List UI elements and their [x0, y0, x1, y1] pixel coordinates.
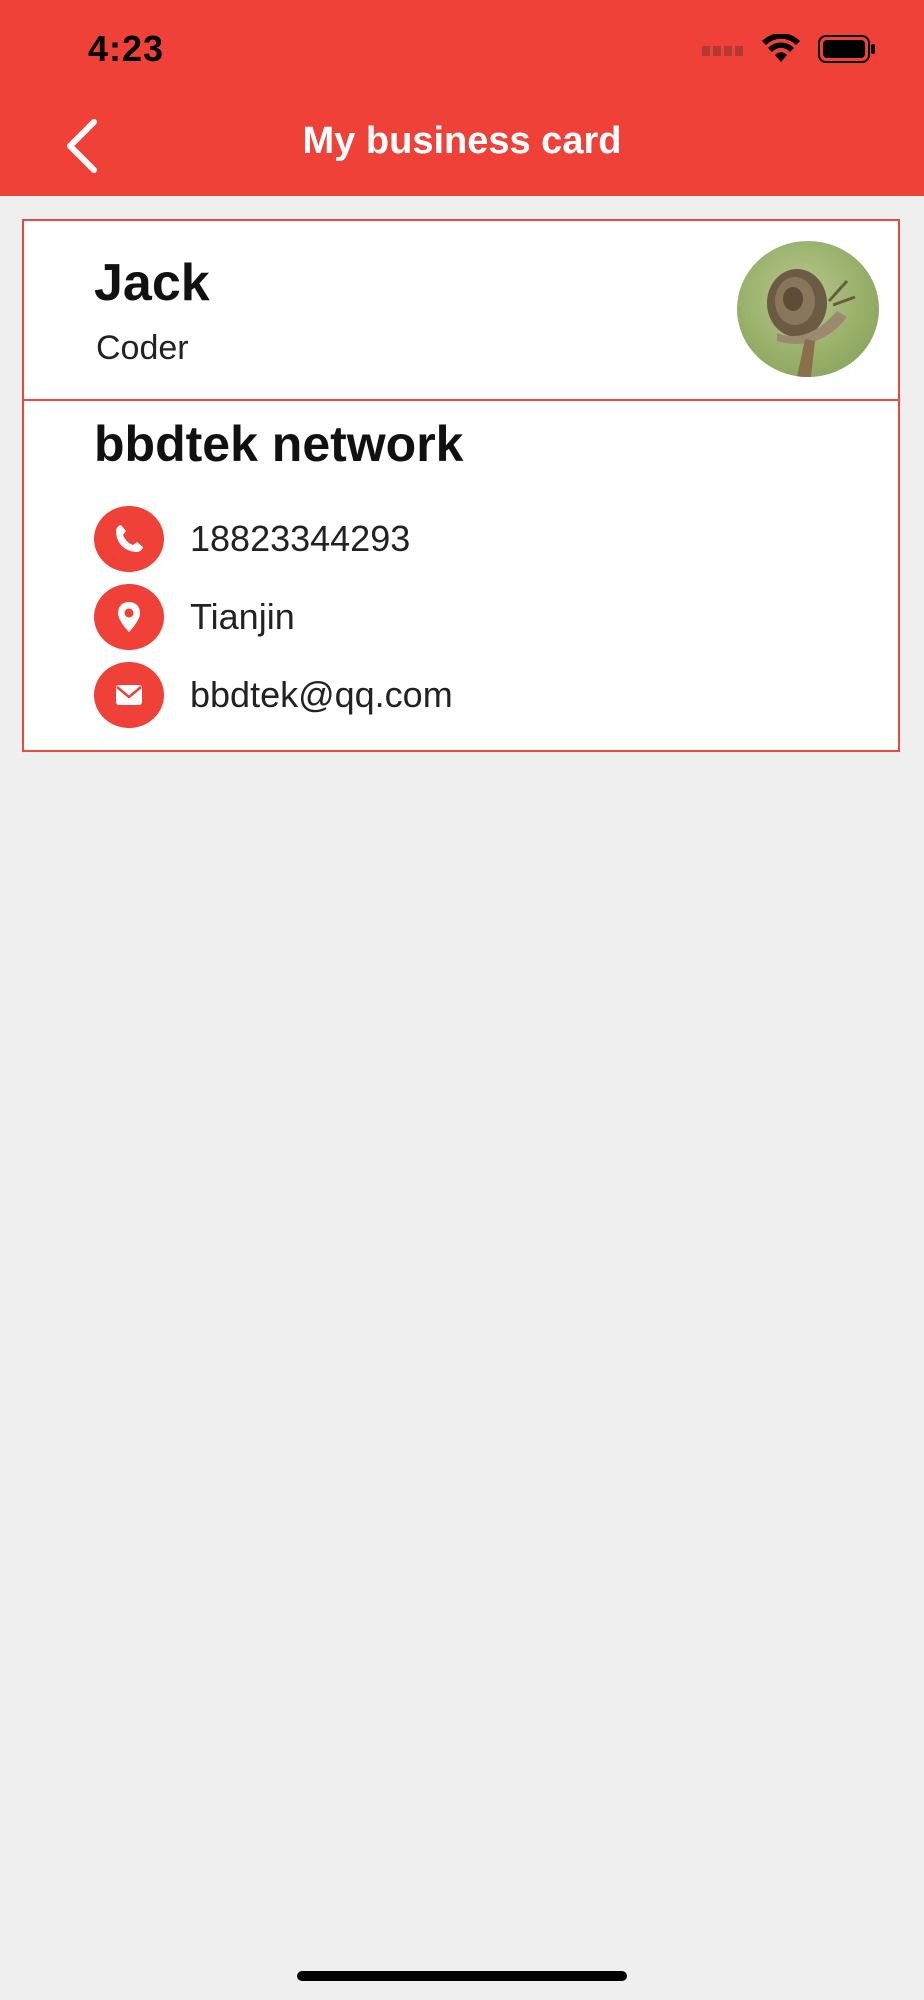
contact-phone-row[interactable]: 18823344293	[94, 504, 410, 574]
phone-number: 18823344293	[190, 518, 411, 559]
location-text: Tianjin	[190, 596, 295, 637]
business-card: Jack Coder bbdtek network 18823344293 Ti…	[22, 219, 900, 752]
status-time: 4:23	[88, 28, 165, 69]
location-pin-icon	[94, 584, 164, 650]
card-header: Jack Coder	[24, 221, 898, 401]
wifi-icon	[762, 32, 800, 69]
phone-icon	[94, 506, 164, 572]
cellular-signal-icon	[702, 42, 744, 61]
page-title: My business card	[302, 120, 622, 162]
email-icon	[94, 662, 164, 728]
avatar	[737, 241, 879, 377]
contact-location-row[interactable]: Tianjin	[94, 582, 295, 652]
top-bar: 4:23 My business card	[0, 0, 924, 196]
person-role: Coder	[96, 329, 189, 367]
email-text: bbdtek@qq.com	[190, 674, 453, 715]
person-name: Jack	[94, 254, 210, 312]
status-icons	[702, 32, 876, 69]
battery-icon	[818, 34, 876, 68]
company-name: bbdtek network	[94, 416, 464, 472]
home-indicator[interactable]	[297, 1971, 627, 1981]
contact-email-row[interactable]: bbdtek@qq.com	[94, 660, 453, 730]
